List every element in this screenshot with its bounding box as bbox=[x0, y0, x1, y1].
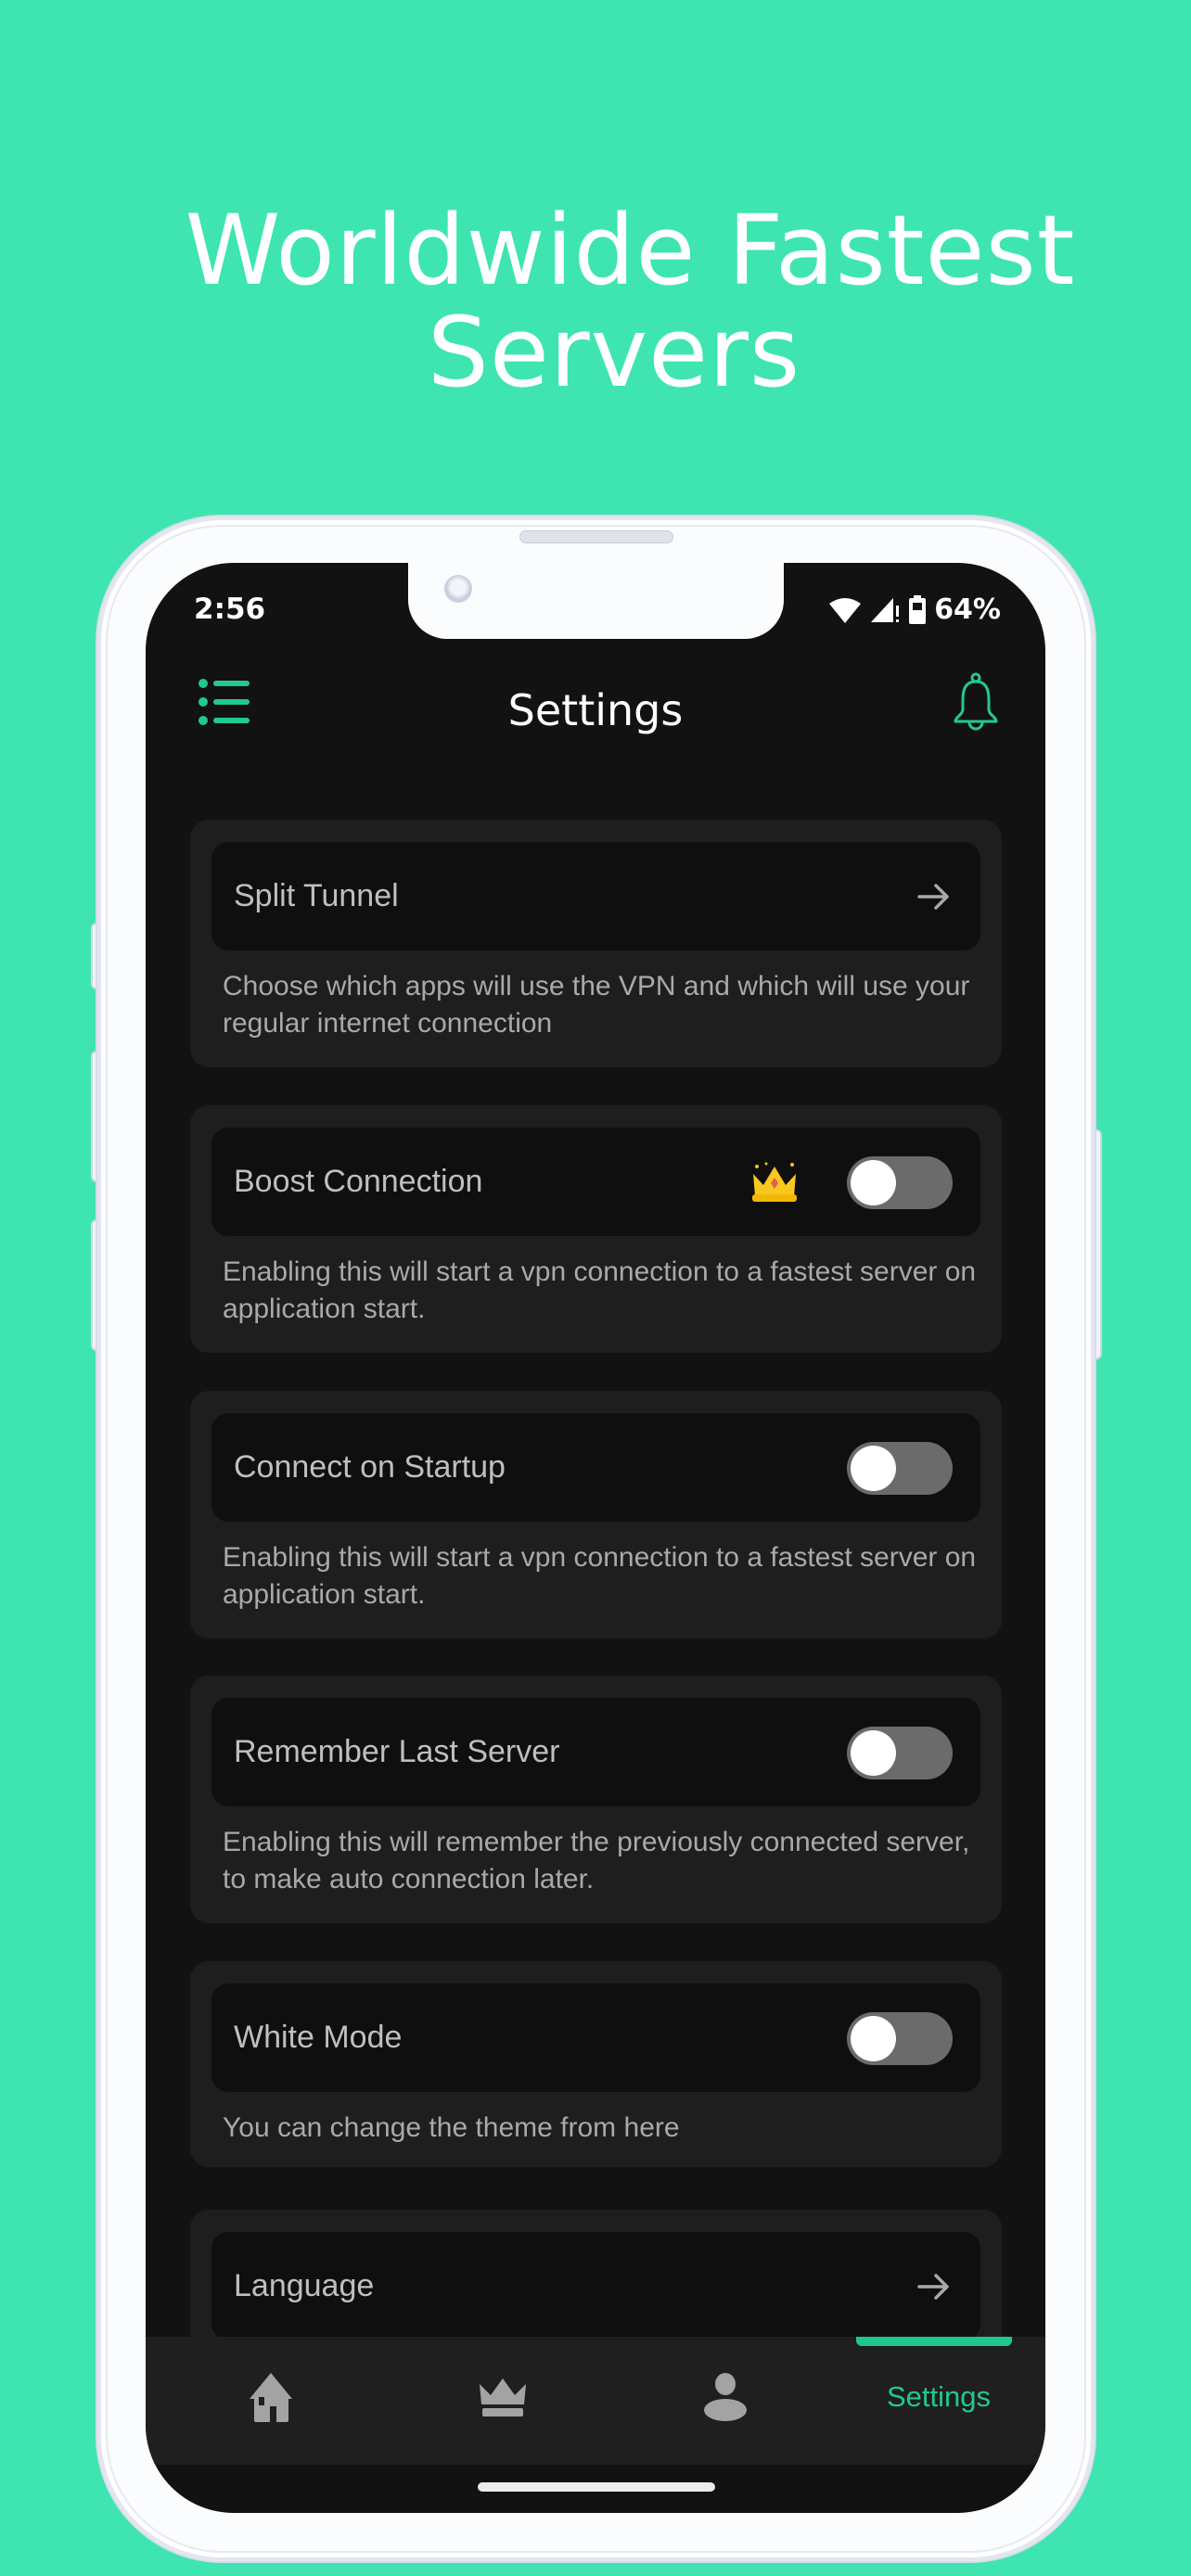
promo-headline-line1: Worldwide Fastest bbox=[185, 194, 1076, 307]
user-icon bbox=[704, 2373, 747, 2421]
language-label: Language bbox=[234, 2268, 375, 2303]
setting-card-split-tunnel: Split Tunnel Choose which apps will use … bbox=[190, 820, 1002, 1067]
setting-card-remember-last-server: Remember Last Server Enabling this will … bbox=[190, 1676, 1002, 1923]
battery-percentage: 64% bbox=[934, 593, 1001, 626]
promo-headline-line2: Servers bbox=[427, 296, 801, 409]
white-mode-label: White Mode bbox=[234, 2020, 403, 2055]
setting-card-connect-on-startup: Connect on Startup Enabling this will st… bbox=[190, 1391, 1002, 1639]
setting-card-white-mode: White Mode You can change the theme from… bbox=[190, 1961, 1002, 2167]
connect-on-startup-row: Connect on Startup bbox=[211, 1413, 980, 1522]
boost-connection-row: Boost Connection bbox=[211, 1128, 980, 1236]
toggle-knob bbox=[851, 1160, 896, 1205]
white-mode-description: You can change the theme from here bbox=[223, 2112, 680, 2143]
language-row[interactable]: Language bbox=[211, 2232, 980, 2340]
notifications-button[interactable] bbox=[948, 672, 1004, 732]
toggle-knob bbox=[851, 2016, 896, 2061]
arrow-right-icon bbox=[917, 2274, 949, 2300]
toggle-knob bbox=[851, 1730, 896, 1776]
remember-last-server-row: Remember Last Server bbox=[211, 1698, 980, 1806]
remember-last-server-label: Remember Last Server bbox=[234, 1734, 560, 1769]
connect-on-startup-label: Connect on Startup bbox=[234, 1449, 506, 1485]
nav-settings[interactable]: Settings bbox=[878, 2365, 999, 2429]
phone-speaker bbox=[519, 530, 673, 543]
cellular-signal-icon bbox=[871, 597, 900, 622]
home-icon bbox=[250, 2373, 292, 2422]
front-camera bbox=[444, 575, 472, 603]
nav-home[interactable] bbox=[229, 2365, 313, 2429]
setting-card-boost-connection: Boost Connection Enabling this will star… bbox=[190, 1105, 1002, 1353]
toggle-knob bbox=[851, 1446, 896, 1491]
bottom-navigation: Settings bbox=[146, 2337, 1045, 2465]
arrow-right-icon bbox=[917, 884, 949, 910]
status-icons: 64% bbox=[828, 593, 1001, 626]
status-time: 2:56 bbox=[194, 593, 266, 626]
promo-headline: Worldwide Fastest Servers bbox=[0, 199, 1191, 403]
nav-settings-label: Settings bbox=[886, 2380, 991, 2413]
boost-connection-description: Enabling this will start a vpn connectio… bbox=[223, 1256, 977, 1324]
split-tunnel-label: Split Tunnel bbox=[234, 878, 399, 913]
nav-premium[interactable] bbox=[461, 2365, 544, 2429]
home-indicator-bar[interactable] bbox=[478, 2482, 715, 2492]
bell-icon bbox=[954, 672, 998, 731]
remember-last-server-toggle[interactable] bbox=[847, 1727, 953, 1779]
connect-on-startup-toggle[interactable] bbox=[847, 1442, 953, 1495]
connect-on-startup-description: Enabling this will start a vpn connectio… bbox=[223, 1542, 977, 1610]
page-title: Settings bbox=[507, 685, 684, 735]
premium-crown-icon bbox=[752, 1162, 797, 1202]
app-screen: 2:56 64% Settings Split Tunnel Choose wh… bbox=[146, 563, 1045, 2513]
white-mode-row: White Mode bbox=[211, 1983, 980, 2092]
phone-notch bbox=[408, 563, 784, 639]
boost-connection-label: Boost Connection bbox=[234, 1164, 483, 1199]
app-header: Settings bbox=[146, 656, 1045, 748]
split-tunnel-row[interactable]: Split Tunnel bbox=[211, 842, 980, 950]
boost-connection-toggle[interactable] bbox=[847, 1156, 953, 1209]
crown-icon bbox=[480, 2378, 526, 2417]
remember-last-server-description: Enabling this will remember the previous… bbox=[223, 1827, 970, 1894]
wifi-icon bbox=[829, 597, 862, 623]
battery-icon bbox=[909, 594, 927, 624]
active-tab-indicator bbox=[856, 2337, 1012, 2346]
nav-profile[interactable] bbox=[684, 2365, 767, 2429]
split-tunnel-description: Choose which apps will use the VPN and w… bbox=[223, 971, 970, 1039]
white-mode-toggle[interactable] bbox=[847, 2012, 953, 2065]
